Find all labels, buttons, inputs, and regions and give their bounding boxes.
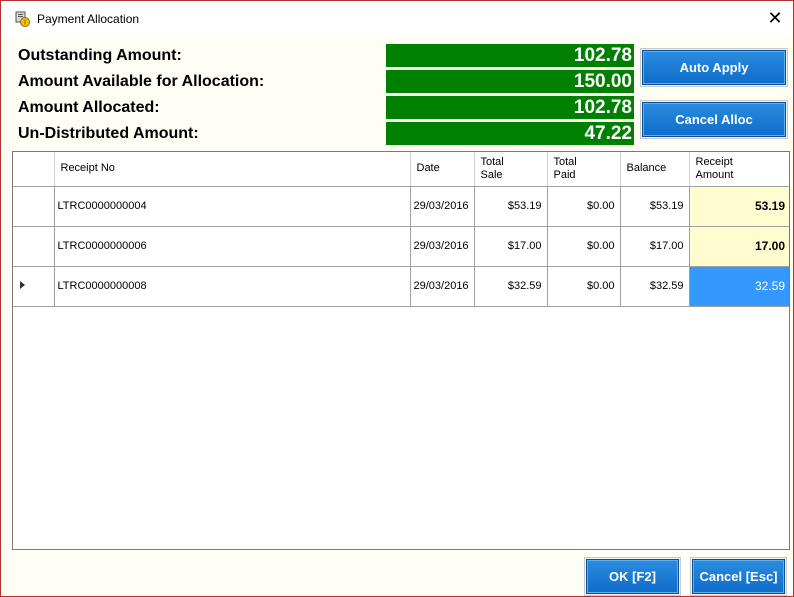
auto-apply-button[interactable]: Auto Apply	[642, 50, 786, 85]
outstanding-amount-value: 102.78	[386, 44, 634, 67]
date-cell[interactable]: 29/03/2016	[410, 266, 475, 307]
undistributed-amount-label: Un-Distributed Amount:	[18, 125, 199, 142]
column-header-receipt-no[interactable]: Receipt No	[54, 152, 411, 187]
row-header-column	[13, 152, 55, 187]
cancel-button[interactable]: Cancel [Esc]	[692, 559, 785, 594]
receipt-amount-cell[interactable]: 53.19	[689, 186, 789, 227]
cancel-alloc-button[interactable]: Cancel Alloc	[642, 102, 786, 137]
balance-cell[interactable]: $53.19	[620, 186, 690, 227]
balance-cell[interactable]: $17.00	[620, 226, 690, 267]
column-header-receipt-amount[interactable]: Receipt Amount	[689, 152, 789, 187]
table-row[interactable]: LTRC0000000006 29/03/2016 $17.00 $0.00 $…	[13, 226, 789, 267]
column-header-total-paid[interactable]: Total Paid	[547, 152, 621, 187]
title-bar: Payment Allocation ✕	[1, 1, 793, 35]
window-title: Payment Allocation	[37, 12, 140, 26]
column-header-date[interactable]: Date	[410, 152, 475, 187]
total-sale-cell[interactable]: $17.00	[474, 226, 548, 267]
column-label: Total	[553, 155, 577, 168]
amount-allocated-label: Amount Allocated:	[18, 99, 160, 116]
row-header[interactable]	[13, 266, 55, 307]
column-label: Date	[416, 162, 440, 175]
amount-available-label: Amount Available for Allocation:	[18, 73, 265, 90]
payment-allocation-window: Payment Allocation ✕ Outstanding Amount:…	[0, 0, 794, 597]
total-paid-cell[interactable]: $0.00	[547, 226, 621, 267]
date-cell[interactable]: 29/03/2016	[410, 186, 475, 227]
column-label: Amount	[695, 168, 734, 181]
table-row[interactable]: LTRC0000000004 29/03/2016 $53.19 $0.00 $…	[13, 186, 789, 227]
row-header[interactable]	[13, 226, 55, 267]
table-row[interactable]: LTRC0000000008 29/03/2016 $32.59 $0.00 $…	[13, 266, 789, 307]
date-cell[interactable]: 29/03/2016	[410, 226, 475, 267]
payment-app-icon	[15, 11, 31, 27]
column-label: Paid	[553, 168, 576, 181]
receipt-amount-cell-selected[interactable]: 32.59	[689, 266, 789, 307]
balance-cell[interactable]: $32.59	[620, 266, 690, 307]
total-sale-cell[interactable]: $53.19	[474, 186, 548, 227]
column-header-balance[interactable]: Balance	[620, 152, 690, 187]
receipt-grid[interactable]: Receipt No Date Total Sale Total Paid Bala…	[12, 151, 790, 550]
receipt-no-cell[interactable]: LTRC0000000006	[54, 226, 411, 267]
amount-available-value: 150.00	[386, 70, 634, 93]
amount-allocated-value: 102.78	[386, 96, 634, 119]
undistributed-amount-value: 47.22	[386, 122, 634, 145]
receipt-table: Receipt No Date Total Sale Total Paid Bala…	[13, 152, 789, 307]
column-header-total-sale[interactable]: Total Sale	[474, 152, 548, 187]
table-header-row: Receipt No Date Total Sale Total Paid Bala…	[13, 152, 789, 187]
outstanding-amount-label: Outstanding Amount:	[18, 47, 182, 64]
column-label: Receipt No	[60, 162, 115, 175]
total-paid-cell[interactable]: $0.00	[547, 186, 621, 227]
ok-button[interactable]: OK [F2]	[586, 559, 679, 594]
total-sale-cell[interactable]: $32.59	[474, 266, 548, 307]
total-paid-cell[interactable]: $0.00	[547, 266, 621, 307]
receipt-no-cell[interactable]: LTRC0000000008	[54, 266, 411, 307]
column-label: Total	[480, 155, 504, 168]
row-header[interactable]	[13, 186, 55, 227]
receipt-amount-cell[interactable]: 17.00	[689, 226, 789, 267]
column-label: Balance	[626, 162, 667, 175]
receipt-no-cell[interactable]: LTRC0000000004	[54, 186, 411, 227]
column-label: Receipt	[695, 155, 733, 168]
close-icon[interactable]: ✕	[757, 1, 793, 35]
column-label: Sale	[480, 168, 503, 181]
row-pointer-icon	[20, 281, 25, 289]
